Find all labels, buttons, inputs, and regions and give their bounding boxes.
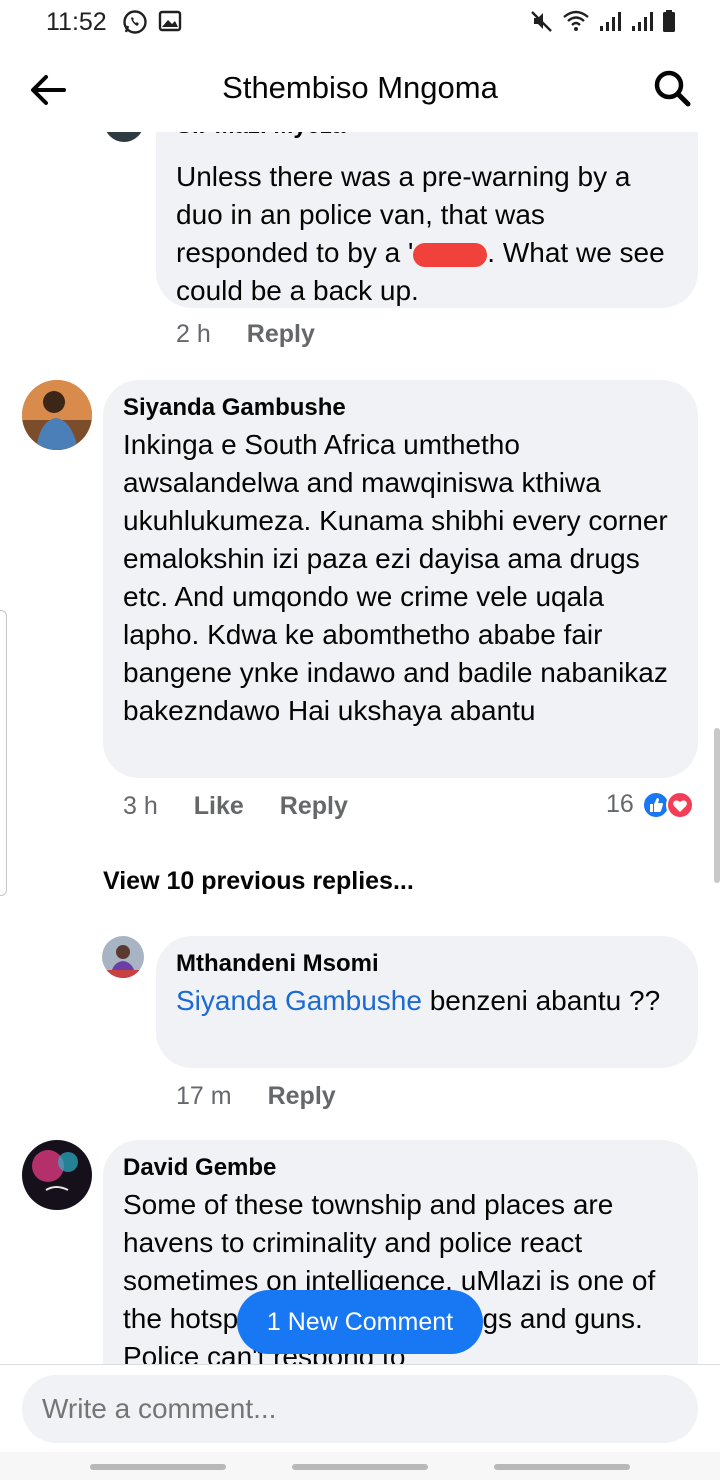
like-button[interactable]: Like bbox=[194, 792, 244, 821]
avatar-image bbox=[22, 1140, 92, 1210]
comment-text: Unless there was a pre-warning by a duo … bbox=[176, 161, 665, 306]
view-previous-replies-link[interactable]: View 10 previous replies... bbox=[103, 867, 414, 896]
comment-composer[interactable] bbox=[22, 1375, 698, 1443]
avatar-image bbox=[22, 380, 92, 450]
comments-feed[interactable]: Sir Mazi Myeza Unless there was a pre-wa… bbox=[0, 132, 720, 1364]
avatar[interactable] bbox=[102, 936, 144, 978]
love-icon bbox=[665, 790, 694, 819]
comment-time: 17 m bbox=[176, 1082, 232, 1110]
avatar-image bbox=[102, 936, 144, 978]
comment-author[interactable]: David Gembe bbox=[123, 1154, 678, 1182]
reaction-summary[interactable]: 16 bbox=[606, 790, 694, 819]
comment-text: Inkinga e South Africa umthetho awsaland… bbox=[123, 429, 668, 726]
reply-button[interactable]: Reply bbox=[247, 320, 315, 349]
avatar[interactable] bbox=[22, 1140, 92, 1210]
reaction-count: 16 bbox=[606, 790, 634, 818]
system-nav-bar bbox=[0, 1452, 720, 1480]
status-bar: 11:52 bbox=[0, 0, 720, 48]
mention-link[interactable]: Siyanda Gambushe bbox=[176, 985, 422, 1016]
battery-icon bbox=[663, 10, 675, 32]
redaction-mark bbox=[413, 242, 488, 267]
search-button[interactable] bbox=[652, 68, 692, 108]
recents-nav-handle[interactable] bbox=[90, 1464, 226, 1470]
mute-icon bbox=[531, 11, 552, 32]
comment-author[interactable]: Sir Mazi Myeza bbox=[176, 132, 678, 158]
search-icon bbox=[654, 70, 691, 107]
whatsapp-icon bbox=[123, 10, 147, 34]
status-time: 11:52 bbox=[46, 8, 107, 36]
scrollbar[interactable] bbox=[714, 728, 720, 883]
comment-author[interactable]: Mthandeni Msomi bbox=[176, 950, 678, 978]
comment-bubble[interactable]: Mthandeni Msomi Siyanda Gambushe benzeni… bbox=[156, 936, 698, 1068]
status-right-icons bbox=[530, 9, 676, 33]
comment-input[interactable] bbox=[42, 1393, 662, 1425]
comment-actions: 17 m Reply bbox=[176, 1082, 336, 1111]
comment-time: 3 h bbox=[123, 792, 158, 820]
new-comment-button[interactable]: 1 New Comment bbox=[237, 1290, 483, 1354]
signal-icon bbox=[632, 12, 653, 31]
wifi-icon bbox=[563, 10, 589, 31]
back-nav-handle[interactable] bbox=[494, 1464, 630, 1470]
edge-panel-handle[interactable] bbox=[0, 610, 7, 896]
app-header: Sthembiso Mngoma bbox=[0, 48, 720, 132]
comment-bubble[interactable]: Sir Mazi Myeza Unless there was a pre-wa… bbox=[156, 132, 698, 308]
home-nav-handle[interactable] bbox=[292, 1464, 428, 1470]
reply-button[interactable]: Reply bbox=[268, 1082, 336, 1111]
avatar[interactable] bbox=[22, 380, 92, 450]
reply-button[interactable]: Reply bbox=[280, 792, 348, 821]
comment-actions: 2 h Reply bbox=[176, 320, 315, 349]
status-left-icons bbox=[122, 9, 182, 35]
gallery-icon bbox=[158, 10, 182, 32]
signal-icon bbox=[600, 12, 621, 31]
comment-time: 2 h bbox=[176, 320, 211, 348]
page-title: Sthembiso Mngoma bbox=[222, 70, 498, 105]
comment-author[interactable]: Siyanda Gambushe bbox=[123, 394, 678, 422]
avatar[interactable] bbox=[104, 132, 144, 142]
comment-text: Siyanda Gambushe benzeni abantu ?? bbox=[176, 985, 661, 1016]
comment-composer-area bbox=[0, 1364, 720, 1452]
comment-bubble[interactable]: Siyanda Gambushe Inkinga e South Africa … bbox=[103, 380, 698, 778]
comment-actions: 3 h Like Reply bbox=[123, 792, 348, 821]
